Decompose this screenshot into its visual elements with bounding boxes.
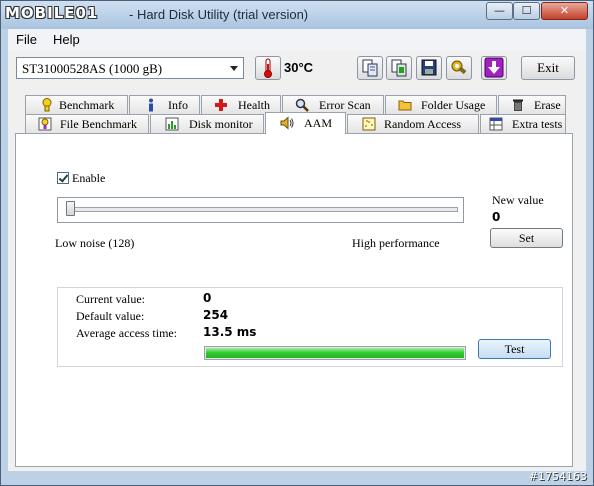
drive-select-value: ST31000528AS (1000 gB) [22, 61, 163, 76]
aam-slider[interactable] [57, 197, 464, 223]
test-progress-fill [206, 348, 464, 358]
enable-checkbox[interactable] [57, 172, 69, 184]
temperature-button[interactable] [255, 56, 281, 80]
temperature-value: 30°C [284, 60, 314, 75]
test-button[interactable]: Test [478, 339, 551, 359]
tab-folder-usage-label: Folder Usage [421, 98, 486, 112]
info-icon [149, 98, 153, 112]
tab-random-access-label: Random Access [384, 117, 461, 131]
speaker-icon [280, 116, 294, 130]
plus-health-icon [215, 99, 227, 111]
download-arrow-icon [484, 57, 504, 78]
floppy-disk-icon [421, 59, 437, 76]
average-access-time-label: Average access time: [76, 326, 178, 340]
magnifier-icon [295, 98, 309, 112]
folder-icon [398, 100, 412, 111]
tab-folder-usage[interactable]: Folder Usage [385, 95, 497, 114]
test-progress-bar [204, 346, 466, 360]
tab-random-access[interactable]: Random Access [347, 114, 479, 133]
mobile01-logo: MOBILE01 [5, 4, 99, 22]
menu-file[interactable]: File [16, 32, 37, 47]
trash-icon [513, 99, 523, 111]
tab-extra-tests[interactable]: Extra tests [480, 114, 566, 133]
tab-info-label: Info [168, 98, 188, 112]
tab-extra-tests-label: Extra tests [512, 117, 563, 131]
file-benchmark-icon [38, 117, 52, 131]
enable-label: Enable [72, 171, 106, 185]
results-group: Current value: 0 Default value: 254 Aver… [57, 287, 563, 367]
tab-file-benchmark-label: File Benchmark [60, 117, 137, 131]
tab-file-benchmark[interactable]: File Benchmark [25, 114, 149, 133]
copy-screenshot-button[interactable] [386, 56, 412, 80]
app-window: MOBILE01 - Hard Disk Utility (trial vers… [0, 0, 594, 486]
save-button[interactable] [416, 56, 442, 80]
download-button[interactable] [481, 56, 507, 80]
title-bar[interactable]: MOBILE01 - Hard Disk Utility (trial vers… [1, 1, 593, 29]
tab-aam-label: AAM [304, 116, 333, 130]
default-value: 254 [203, 308, 229, 322]
slider-track [66, 207, 458, 212]
tab-erase[interactable]: Erase [498, 95, 566, 114]
menu-help[interactable]: Help [53, 32, 80, 47]
copy-button[interactable] [357, 56, 383, 80]
default-value-label: Default value: [76, 309, 145, 323]
table-icon [489, 117, 503, 131]
high-performance-label: High performance [352, 236, 440, 250]
watermark-id: #1754163 [528, 470, 587, 483]
exclamation-icon [42, 98, 52, 112]
settings-tools-icon [451, 60, 467, 75]
low-noise-label: Low noise (128) [55, 236, 135, 250]
options-button[interactable] [446, 56, 472, 80]
current-value-label: Current value: [76, 292, 145, 306]
tab-disk-monitor-label: Disk monitor [189, 117, 253, 131]
new-value: 0 [492, 210, 501, 224]
copy-icon [362, 59, 378, 77]
minimize-button[interactable]: — [486, 2, 513, 20]
slider-thumb[interactable] [66, 201, 75, 216]
average-access-time-value: 13.5 ms [203, 325, 257, 339]
current-value: 0 [203, 291, 212, 305]
exit-button[interactable]: Exit [521, 56, 575, 80]
tab-erase-label: Erase [534, 98, 561, 112]
tab-health-label: Health [238, 98, 270, 112]
new-value-label: New value [492, 193, 544, 207]
copy-green-icon [391, 59, 407, 77]
tab-benchmark-label: Benchmark [59, 98, 115, 112]
window-title: - Hard Disk Utility (trial version) [129, 7, 309, 22]
menu-bar: File Help [8, 29, 586, 51]
drive-select[interactable]: ST31000528AS (1000 gB) [16, 57, 244, 79]
chevron-down-icon [230, 66, 238, 71]
thermometer-icon [264, 58, 272, 78]
tab-disk-monitor[interactable]: Disk monitor [150, 114, 264, 133]
close-button[interactable]: ✕ [541, 2, 588, 20]
scatter-icon [362, 117, 376, 131]
bar-chart-icon [165, 117, 179, 131]
tab-info[interactable]: Info [129, 95, 200, 114]
tab-aam[interactable]: AAM [265, 112, 346, 134]
aam-panel: Enable Low noise (128) High performance … [15, 133, 573, 467]
tab-benchmark[interactable]: Benchmark [25, 95, 128, 114]
main-area: ST31000528AS (1000 gB) 30°C Exit Benchma… [8, 51, 586, 471]
maximize-button[interactable]: ☐ [513, 2, 540, 20]
tab-error-scan-label: Error Scan [319, 98, 371, 112]
set-button[interactable]: Set [490, 228, 563, 248]
